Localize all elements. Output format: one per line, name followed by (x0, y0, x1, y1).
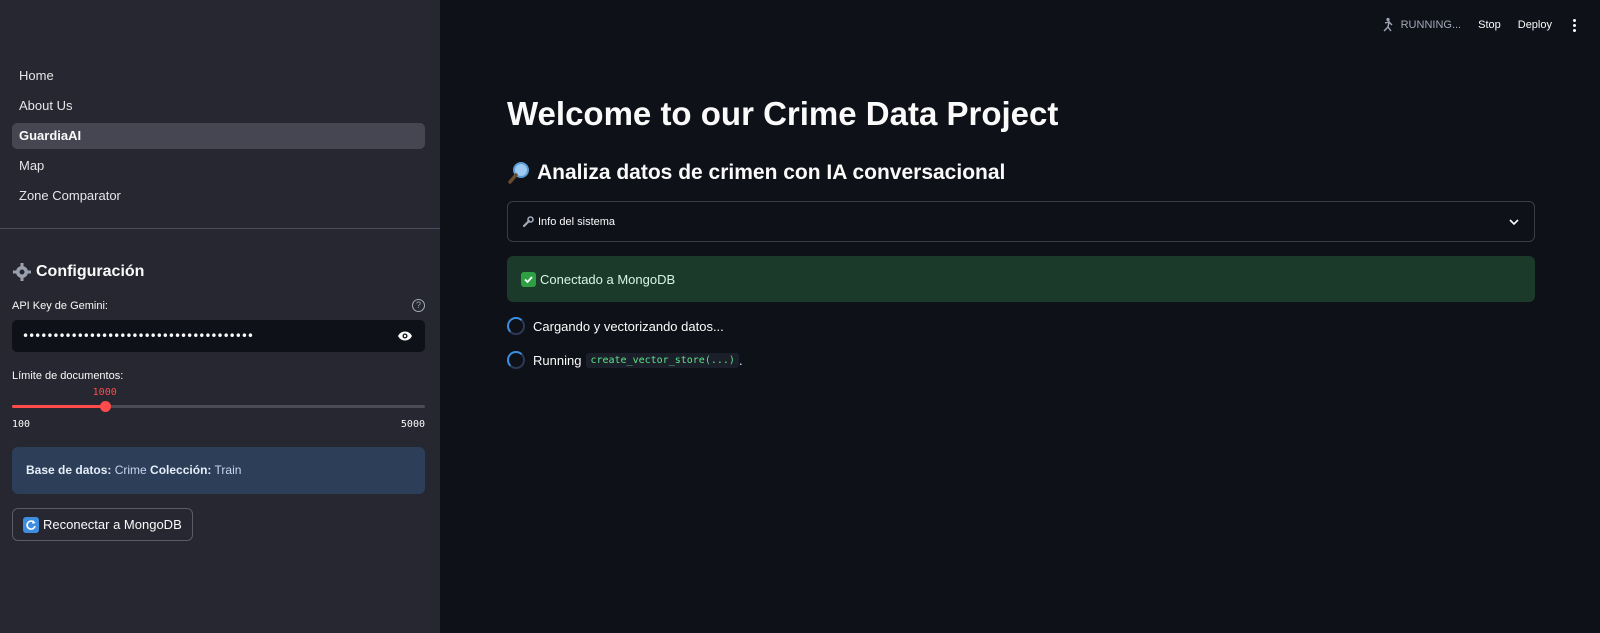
reconnect-label: Reconectar a MongoDB (43, 517, 182, 532)
stop-button[interactable]: Stop (1478, 19, 1501, 31)
help-icon[interactable]: ? (412, 299, 425, 312)
config-heading: Configuración (12, 262, 144, 282)
running-code: create_vector_store(...) (586, 352, 739, 368)
slider-max: 5000 (400, 419, 425, 430)
success-alert: Conectado a MongoDB (507, 256, 1535, 302)
wrench-icon (522, 215, 534, 227)
refresh-icon (23, 516, 39, 533)
check-icon (521, 271, 536, 287)
limit-label: Límite de documentos: (12, 370, 124, 382)
main-menu-icon[interactable] (1569, 18, 1580, 32)
config-title: Configuración (36, 263, 145, 280)
running-status: RUNNING... (1379, 17, 1462, 33)
collection-label: Colección: (150, 463, 212, 477)
subtitle-text: Analiza datos de crimen con IA conversac… (537, 161, 1006, 184)
running-man-icon (1383, 17, 1393, 32)
sidebar-divider (0, 228, 440, 229)
gear-icon (13, 263, 31, 281)
running-suffix: . (738, 352, 743, 368)
page-subtitle: Analiza datos de crimen con IA conversac… (507, 161, 1005, 185)
expander-label-wrap: Info del sistema (522, 216, 1508, 228)
top-toolbar: RUNNING... Stop Deploy (1379, 17, 1580, 33)
running-task-status: Running create_vector_store(...) . (507, 351, 743, 369)
expander-label: Info del sistema (538, 215, 616, 228)
success-text: Conectado a MongoDB (540, 271, 676, 287)
sidebar: Home About Us GuardiaAI Map Zone Compara… (0, 0, 440, 633)
reconnect-button[interactable]: Reconectar a MongoDB (12, 508, 193, 541)
slider-value: 1000 (92, 387, 117, 398)
sidebar-item-guardiaai[interactable]: GuardiaAI (12, 123, 425, 149)
running-status-text: RUNNING... (1400, 19, 1462, 31)
api-key-label: API Key de Gemini: (12, 300, 108, 312)
db-info-box: Base de datos: Crime Colección: Train (12, 447, 425, 494)
system-info-expander[interactable]: Info del sistema (507, 201, 1535, 242)
loading-status: Cargando y vectorizando datos... (507, 317, 724, 335)
spinner-icon (507, 351, 525, 369)
sidebar-item-home[interactable]: Home (12, 63, 425, 89)
sidebar-item-about-us[interactable]: About Us (12, 93, 425, 119)
chevron-down-icon[interactable] (1508, 218, 1520, 226)
api-key-value[interactable]: •••••••••••••••••••••••••••••••••••••• (12, 329, 385, 343)
eye-icon[interactable] (385, 320, 425, 352)
document-limit-slider[interactable] (12, 401, 425, 412)
sidebar-nav: Home About Us GuardiaAI Map Zone Compara… (12, 63, 425, 213)
db-value: Crime (114, 463, 147, 477)
magnifier-icon (508, 162, 529, 184)
sidebar-item-zone-comparator[interactable]: Zone Comparator (12, 183, 425, 209)
slider-thumb[interactable] (99, 401, 111, 412)
api-key-input[interactable]: •••••••••••••••••••••••••••••••••••••• (12, 320, 425, 352)
spinner-icon (507, 317, 525, 335)
page-title: Welcome to our Crime Data Project (507, 95, 1059, 132)
slider-fill (12, 405, 105, 408)
collection-value: Train (214, 463, 242, 477)
sidebar-item-map[interactable]: Map (12, 153, 425, 179)
slider-min: 100 (12, 419, 31, 430)
running-prefix: Running (533, 352, 582, 368)
db-label: Base de datos: (26, 463, 112, 477)
deploy-button[interactable]: Deploy (1518, 19, 1552, 31)
loading-text: Cargando y vectorizando datos... (533, 318, 724, 334)
